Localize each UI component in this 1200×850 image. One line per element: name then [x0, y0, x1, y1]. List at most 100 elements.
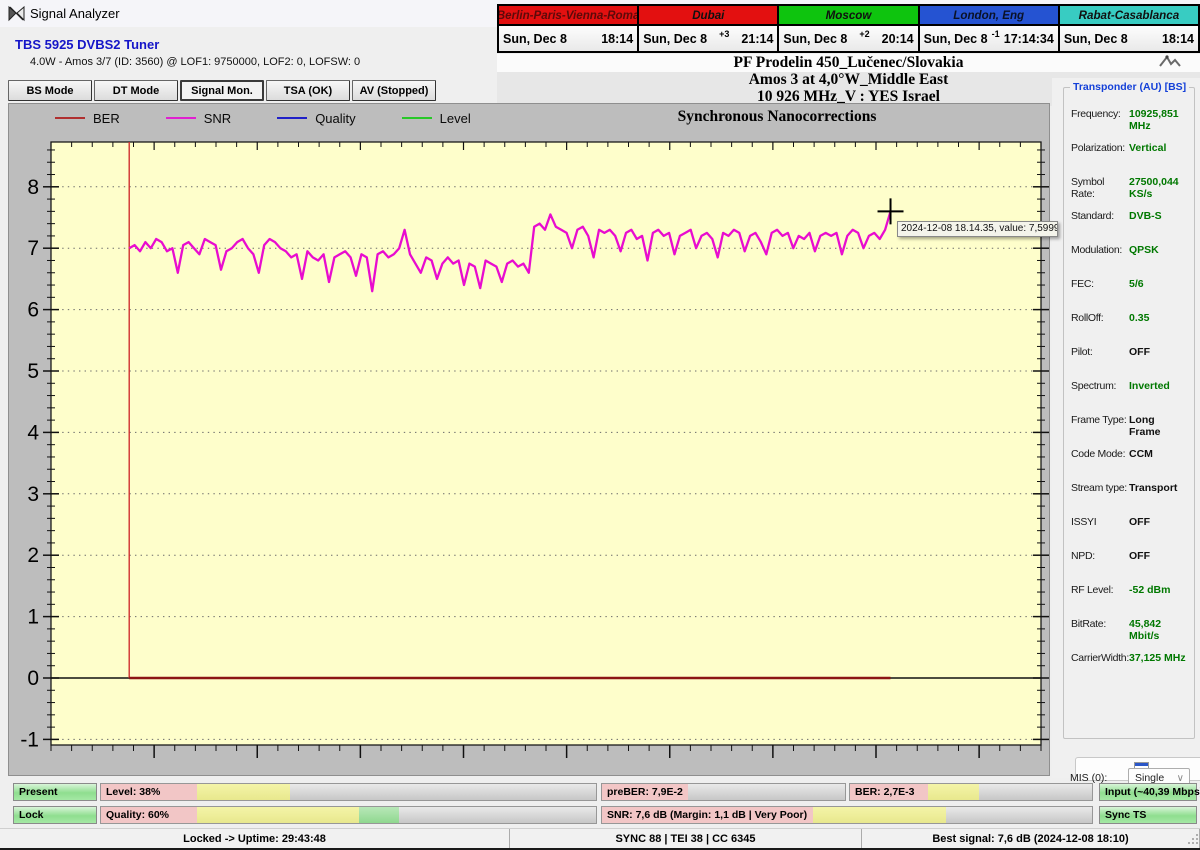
status-best-signal: Best signal: 7,6 dB (2024-12-08 18:10) [862, 829, 1200, 848]
transponder-field-value: CCM [1129, 448, 1153, 460]
progress-label: SNR: 7,6 dB (Margin: 1,1 dB | Very Poor) [602, 807, 814, 823]
transponder-field-value: OFF [1129, 550, 1150, 562]
transponder-field-label: RF Level: [1071, 584, 1114, 596]
progress-label: BER: 2,7E-3 [850, 784, 928, 800]
clock-date: Sun, Dec 8 [783, 31, 848, 46]
svg-text:3: 3 [27, 483, 39, 506]
legend-item-level: Level [401, 109, 471, 127]
progress-label: preBER: 7,9E-2 [602, 784, 688, 800]
legend-label: BER [93, 110, 120, 126]
progress-bar-quality: Quality: 60% [100, 806, 597, 824]
legend-line-swatch [277, 117, 308, 119]
transponder-field-label: Standard: [1071, 210, 1114, 222]
legend-line-swatch [55, 117, 85, 119]
clock-date: Sun, Dec 8 [1063, 31, 1128, 46]
mode-button-av-stopped-[interactable]: AV (Stopped) [352, 80, 436, 101]
transponder-field-value: Inverted [1129, 380, 1170, 392]
tuner-config: 4.0W - Amos 3/7 (ID: 3560) @ LOF1: 97500… [30, 56, 361, 68]
transponder-field-label: Modulation: [1071, 244, 1122, 256]
transponder-row-frequency-: Frequency: 10925,851 MHz [1071, 108, 1189, 132]
legend-item-snr: SNR [165, 109, 231, 127]
transponder-row-bitrate-: BitRate: 45,842 Mbit/s [1071, 618, 1189, 642]
progress-bar-level: Level: 38% [100, 783, 597, 801]
mode-button-bs-mode[interactable]: BS Mode [8, 80, 92, 101]
clock-time: 21:14 [741, 31, 774, 46]
svg-text:0: 0 [27, 667, 39, 690]
clock-utc-offset: -1 [991, 28, 1000, 39]
clock-city-label: Berlin-Paris-Vienna-Roma [499, 6, 638, 26]
svg-text:5: 5 [27, 360, 39, 383]
transponder-panel: Transponder (AU) [BS] Frequency: 10925,85… [1052, 78, 1200, 789]
legend-label: Quality [315, 110, 356, 126]
clock-utc-offset: +2 [859, 28, 870, 39]
transponder-field-value: 37,125 MHz [1129, 652, 1186, 664]
clock-time-cell: Sun, Dec 8 +3 21:14 [639, 26, 778, 51]
legend-line-swatch [165, 117, 196, 119]
transponder-row-symbol-rate-: Symbol Rate: 27500,044 KS/s [1071, 176, 1189, 200]
present-badge: Present [13, 783, 97, 801]
legend-label: Level [439, 110, 471, 126]
clock-city-label: Rabat-Casablanca [1059, 6, 1199, 26]
clock-city-label: London, Eng [919, 6, 1058, 26]
transponder-title: Transponder (AU) [BS] [1070, 81, 1190, 93]
svg-text:7: 7 [27, 237, 39, 260]
sync-ts-badge: Sync TS [1099, 806, 1197, 824]
transponder-row-standard-: Standard: DVB-S [1071, 210, 1189, 224]
transponder-row-stream-type-: Stream type: Transport [1071, 482, 1189, 496]
svg-text:2: 2 [27, 544, 39, 567]
transponder-field-value: 10925,851 MHz [1129, 108, 1179, 132]
progress-label: Level: 38% [101, 784, 197, 800]
antenna-logo-icon [1159, 55, 1181, 67]
clock-utc-offset: +3 [719, 28, 730, 39]
clock-london-eng: London, Eng Sun, Dec 8 -1 17:14:34 [919, 6, 1060, 51]
transponder-row-pilot-: Pilot: OFF [1071, 346, 1189, 360]
clock-time: 17:14:34 [1003, 31, 1054, 46]
transponder-field-value: Transport [1129, 482, 1178, 494]
legend-line-swatch [401, 117, 432, 119]
resize-grip[interactable] [1187, 833, 1199, 845]
transponder-row-polarization-: Polarization: Vertical [1071, 142, 1189, 156]
transponder-field-value: OFF [1129, 346, 1150, 358]
legend-item-quality: Quality [277, 109, 356, 127]
status-bar: Locked -> Uptime: 29:43:48 SYNC 88 | TEI… [0, 828, 1200, 848]
transponder-field-label: Pilot: [1071, 346, 1093, 358]
transponder-groupbox: Transponder (AU) [BS] Frequency: 10925,85… [1063, 81, 1200, 781]
svg-text:4: 4 [27, 421, 39, 444]
transponder-row-spectrum-: Spectrum: Inverted [1071, 380, 1189, 394]
transponder-field-value: QPSK [1129, 244, 1159, 256]
transponder-row-carrierwidth-: CarrierWidth: 37,125 MHz [1071, 652, 1189, 666]
transponder-field-value: -52 dBm [1129, 584, 1171, 596]
transponder-field-label: RollOff: [1071, 312, 1104, 324]
transponder-field-value: 27500,044 KS/s [1129, 176, 1179, 200]
transponder-row-code-mode-: Code Mode: CCM [1071, 448, 1189, 462]
clock-dubai: Dubai Sun, Dec 8 +3 21:14 [639, 6, 780, 51]
clock-date: Sun, Dec 8 [923, 31, 988, 46]
clock-time: 20:14 [881, 31, 914, 46]
status-lock-uptime: Locked -> Uptime: 29:43:48 [0, 829, 510, 848]
progress-fill-green [359, 807, 400, 823]
transponder-field-label: Stream type: [1071, 482, 1127, 494]
transponder-field-value: 45,842 Mbit/s [1129, 618, 1162, 642]
progress-bar-ber: BER: 2,7E-3 [849, 783, 1093, 801]
signal-chart[interactable]: BER SNR Quality Level -1 0 1 2 3 4 5 6 7 8 [8, 103, 1050, 776]
mode-button-tsa-ok-[interactable]: TSA (OK) [266, 80, 350, 101]
clock-date: Sun, Dec 8 [503, 31, 567, 46]
status-sync-counters: SYNC 88 | TEI 38 | CC 6345 [510, 829, 862, 848]
transponder-row-npd-: NPD: OFF [1071, 550, 1189, 564]
transponder-row-issyi: ISSYI OFF [1071, 516, 1189, 530]
clock-time: 18:14 [601, 31, 634, 46]
clock-moscow: Moscow Sun, Dec 8 +2 20:14 [779, 6, 920, 51]
legend-item-ber: BER [55, 109, 120, 127]
clock-time-cell: Sun, Dec 8 18:14 [1059, 26, 1199, 51]
plot-area[interactable]: -1 0 1 2 3 4 5 6 7 8 [9, 104, 1051, 777]
lock-badge: Lock [13, 806, 97, 824]
transponder-row-frame-type-: Frame Type: Long Frame [1071, 414, 1189, 438]
mode-button-dt-mode[interactable]: DT Mode [94, 80, 178, 101]
transponder-field-label: FEC: [1071, 278, 1094, 290]
mode-button-signal-mon-[interactable]: Signal Mon. [180, 80, 264, 101]
progress-bar-snr: SNR: 7,6 dB (Margin: 1,1 dB | Very Poor) [601, 806, 1093, 824]
window-title: Signal Analyzer [30, 6, 120, 21]
transponder-field-label: BitRate: [1071, 618, 1106, 630]
transponder-field-label: Frame Type: [1071, 414, 1127, 426]
signal-analyzer-window: Signal Analyzer TBS 5925 DVBS2 Tuner 4.0… [0, 0, 1200, 850]
